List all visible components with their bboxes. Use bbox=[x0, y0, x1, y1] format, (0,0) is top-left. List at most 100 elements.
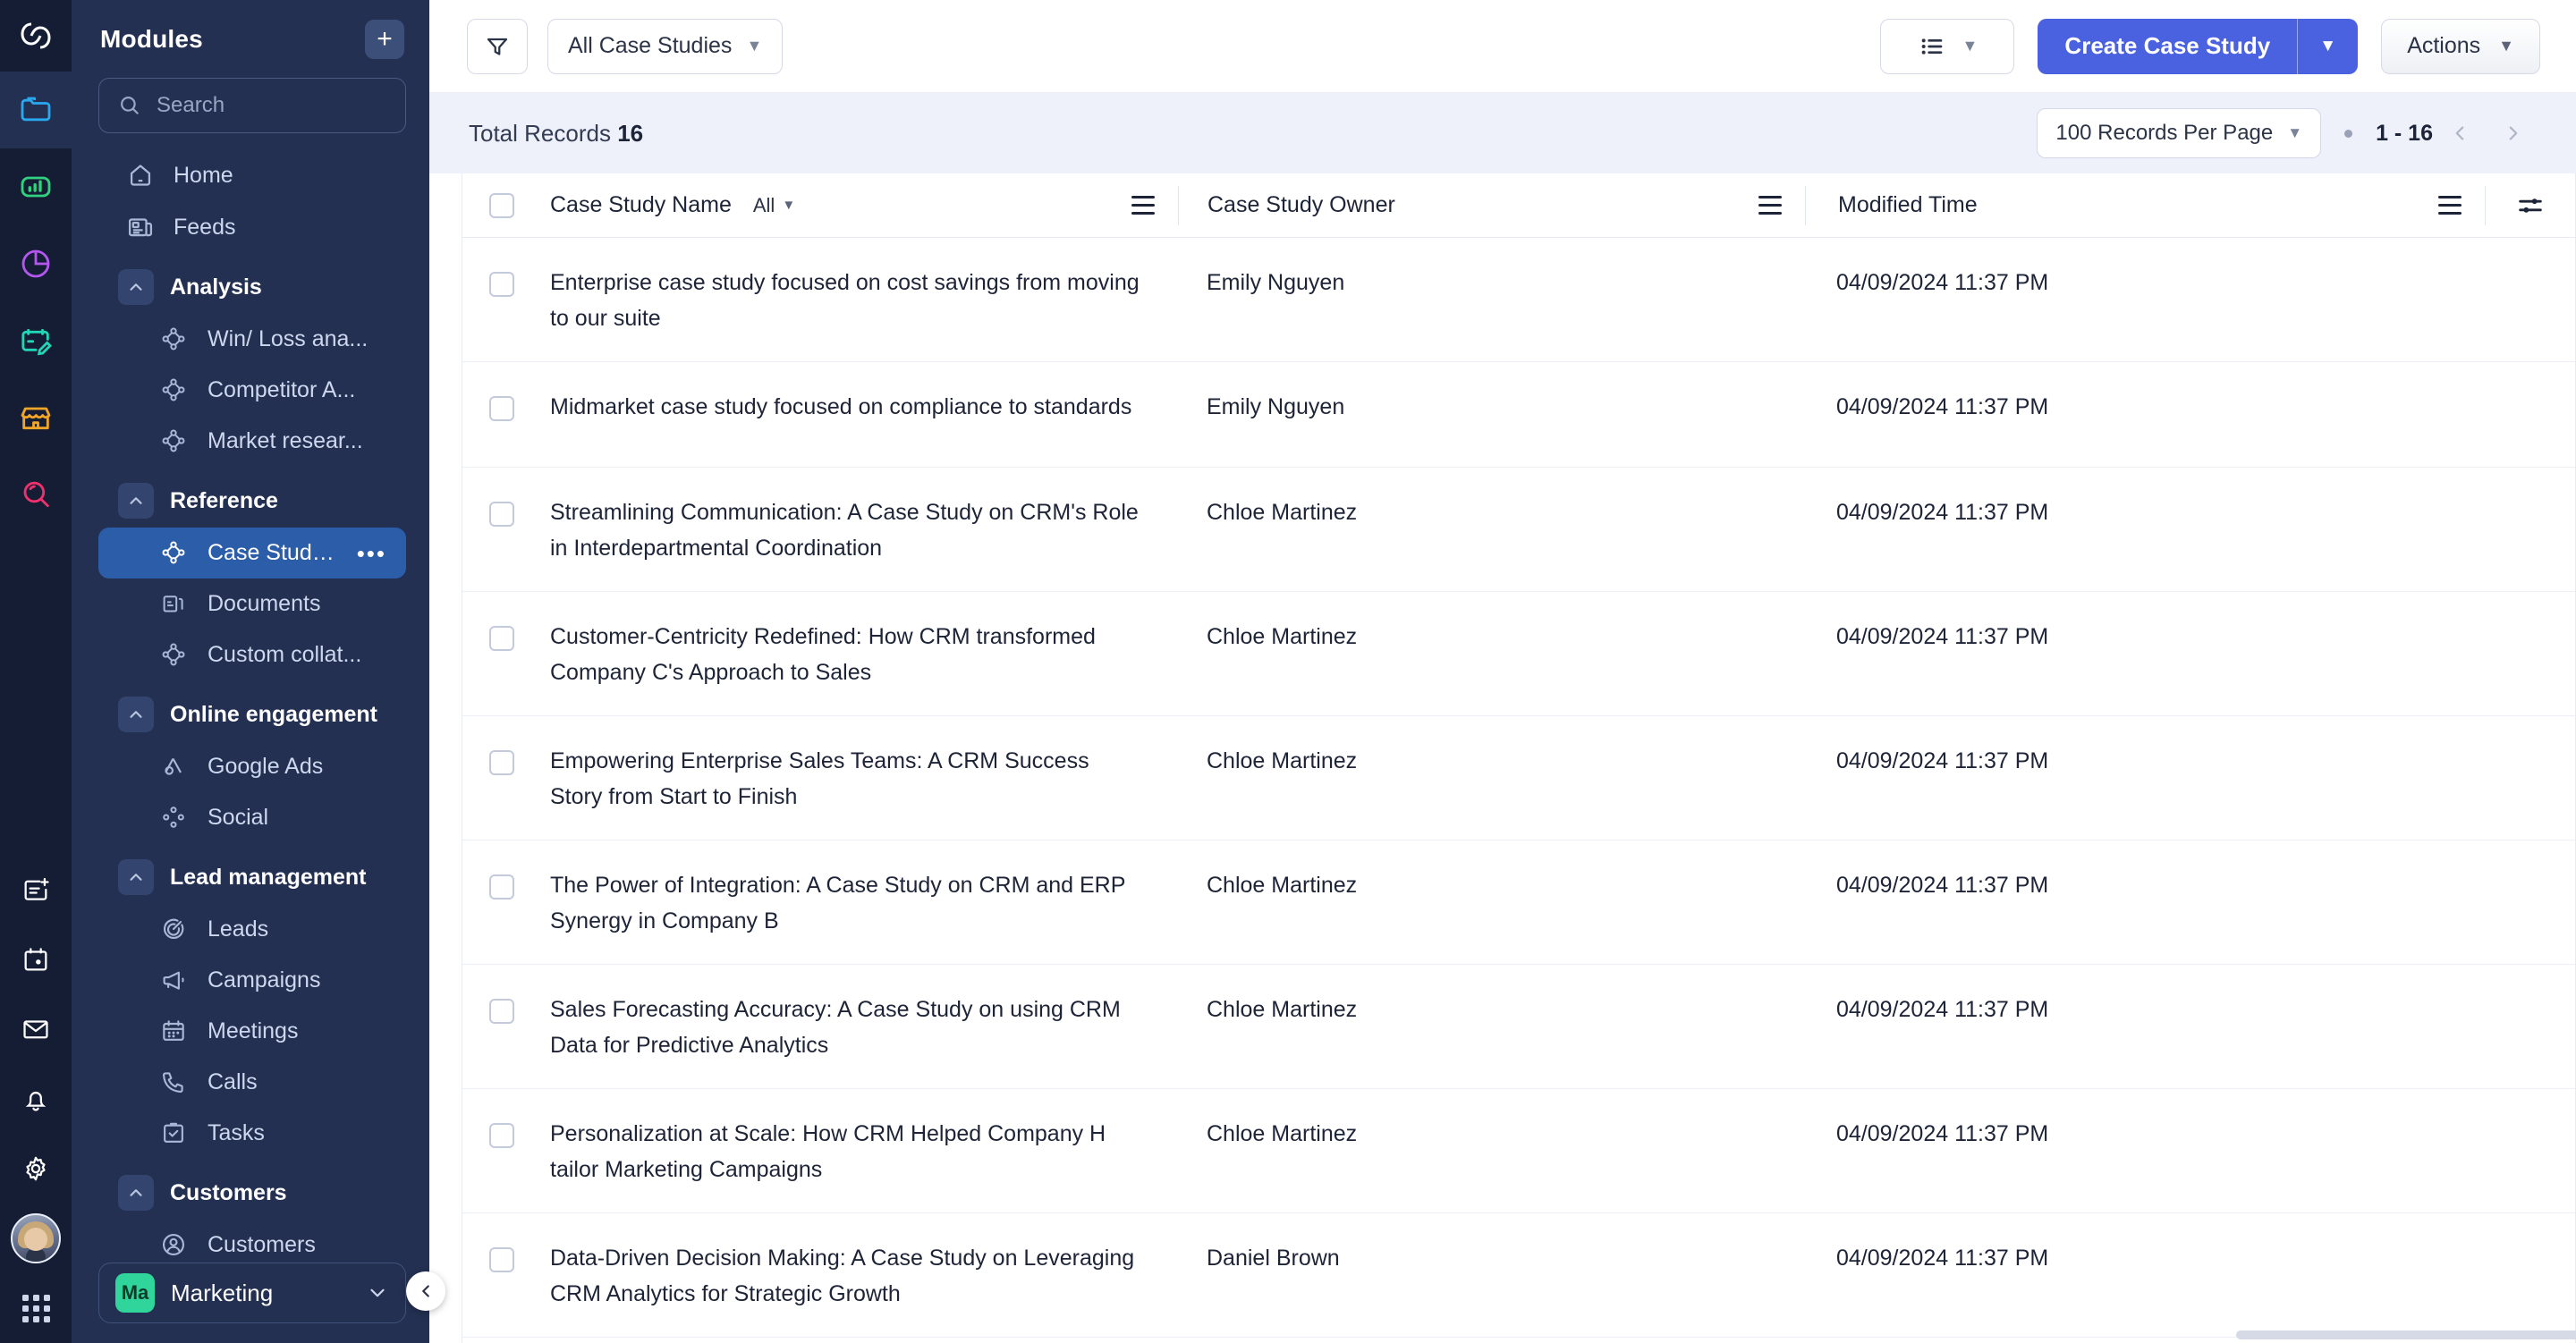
rail-item-reports[interactable] bbox=[0, 225, 72, 302]
rail-item-folder[interactable] bbox=[0, 55, 72, 165]
column-header-case-study-owner[interactable]: Case Study Owner bbox=[1179, 173, 1805, 238]
search-input[interactable]: Search bbox=[98, 78, 406, 134]
chevron-down-icon: ▼ bbox=[2319, 36, 2337, 55]
rail-item-search[interactable] bbox=[0, 456, 72, 533]
cell-case-study-name: Customer-Centricity Redefined: How CRM t… bbox=[550, 624, 1096, 685]
rail-item-apps[interactable] bbox=[0, 1273, 72, 1343]
column-menu-icon[interactable] bbox=[1131, 196, 1155, 215]
sidebar-item-competitor-analysis[interactable]: Competitor A... bbox=[98, 365, 406, 416]
table-row[interactable]: Streamlining Communication: A Case Study… bbox=[462, 468, 2575, 592]
horizontal-scrollbar[interactable] bbox=[2236, 1330, 2576, 1339]
actions-button[interactable]: Actions ▼ bbox=[2381, 18, 2540, 74]
cell-case-study-owner: Chloe Martinez bbox=[1207, 748, 1358, 773]
sidebar-group-customers[interactable]: Customers bbox=[98, 1166, 406, 1220]
column-filter-all[interactable]: All ▼ bbox=[753, 194, 795, 217]
table-row[interactable]: The Power of Integration: A Case Study o… bbox=[462, 840, 2575, 965]
sidebar-item-win-loss-analysis[interactable]: Win/ Loss ana... bbox=[98, 314, 406, 365]
rail-item-add-note[interactable] bbox=[0, 855, 72, 925]
sidebar-item-social[interactable]: Social bbox=[98, 792, 406, 843]
table-wrapper: Case Study Name All ▼ Case Study Owner M… bbox=[429, 173, 2576, 1343]
row-checkbox[interactable] bbox=[462, 716, 541, 775]
column-settings-button[interactable] bbox=[2486, 190, 2575, 221]
list-view-button[interactable]: ▼ bbox=[1880, 18, 2015, 74]
sidebar-item-meetings[interactable]: Meetings bbox=[98, 1006, 406, 1057]
row-checkbox[interactable] bbox=[462, 592, 541, 651]
org-name: Marketing bbox=[171, 1279, 274, 1306]
sidebar-group-reference[interactable]: Reference bbox=[98, 474, 406, 528]
chevron-down-icon: ▼ bbox=[2287, 124, 2303, 141]
total-records-count: 16 bbox=[617, 119, 644, 147]
chevron-up-icon bbox=[118, 483, 154, 519]
add-module-button[interactable]: + bbox=[365, 19, 404, 59]
total-records-label: Total Records bbox=[469, 119, 611, 147]
row-checkbox[interactable] bbox=[462, 1213, 541, 1272]
row-checkbox[interactable] bbox=[462, 362, 541, 421]
sidebar-group-lead-management[interactable]: Lead management bbox=[98, 850, 406, 904]
column-menu-icon[interactable] bbox=[2438, 196, 2462, 215]
app-root: Modules + Search Home Feeds Analysis Win… bbox=[0, 0, 2576, 1343]
cell-case-study-owner: Daniel Brown bbox=[1178, 1338, 1804, 1343]
sidebar-item-case-studies[interactable]: Case Studies ••• bbox=[98, 528, 406, 579]
calendar-icon bbox=[159, 1017, 190, 1047]
select-all-checkbox[interactable] bbox=[462, 192, 541, 218]
sidebar-item-calls[interactable]: Calls bbox=[98, 1057, 406, 1108]
pagination-next-button[interactable] bbox=[2487, 108, 2540, 158]
row-checkbox[interactable] bbox=[462, 840, 541, 900]
sidebar-item-custom-collateral[interactable]: Custom collat... bbox=[98, 629, 406, 680]
toolbar: All Case Studies ▼ ▼ Create Case Study ▼… bbox=[429, 0, 2576, 93]
column-header-case-study-name[interactable]: Case Study Name All ▼ bbox=[541, 173, 1178, 238]
filter-button[interactable] bbox=[467, 18, 528, 74]
sidebar-item-more-button[interactable]: ••• bbox=[357, 542, 386, 565]
table-row[interactable]: Midmarket case study focused on complian… bbox=[462, 362, 2575, 468]
sidebar-item-tasks[interactable]: Tasks bbox=[98, 1108, 406, 1159]
cell-modified-time: 04/09/2024 11:37 PM bbox=[1836, 500, 2049, 525]
table-row[interactable]: Sales Forecasting Accuracy: A Case Study… bbox=[462, 965, 2575, 1089]
rail-item-analytics[interactable] bbox=[0, 148, 72, 225]
org-selector[interactable]: Ma Marketing bbox=[98, 1263, 406, 1323]
user-avatar[interactable] bbox=[0, 1204, 72, 1273]
sidebar-item-leads[interactable]: Leads bbox=[98, 904, 406, 955]
documents-icon bbox=[159, 589, 190, 620]
mail-icon bbox=[21, 1014, 51, 1044]
social-icon bbox=[159, 803, 190, 833]
create-case-study-dropdown[interactable]: ▼ bbox=[2297, 18, 2358, 74]
sidebar-group-analysis[interactable]: Analysis bbox=[98, 260, 406, 314]
column-header-modified-time[interactable]: Modified Time bbox=[1806, 173, 2485, 238]
cell-modified-time: 04/09/2024 11:37 PM bbox=[1836, 748, 2049, 773]
cell-modified-time: 04/09/2024 11:37 PM bbox=[1836, 1121, 2049, 1146]
column-menu-icon[interactable] bbox=[1758, 196, 1782, 215]
row-checkbox[interactable] bbox=[462, 1338, 541, 1343]
create-case-study-button[interactable]: Create Case Study ▼ bbox=[2038, 18, 2359, 74]
sidebar-item-customers[interactable]: Customers bbox=[98, 1220, 406, 1263]
sidebar-item-campaigns[interactable]: Campaigns bbox=[98, 955, 406, 1006]
records-per-page-label: 100 Records Per Page bbox=[2055, 121, 2274, 145]
table-row[interactable]: Data-Driven Decision Making: A Case Stud… bbox=[462, 1213, 2575, 1338]
sidebar-collapse-button[interactable] bbox=[406, 1271, 445, 1311]
records-per-page-dropdown[interactable]: 100 Records Per Page ▼ bbox=[2037, 108, 2322, 158]
row-checkbox[interactable] bbox=[462, 965, 541, 1024]
row-checkbox[interactable] bbox=[462, 238, 541, 297]
sidebar-group-online-engagement[interactable]: Online engagement bbox=[98, 688, 406, 741]
table-row[interactable]: Enterprise case study focused on cost sa… bbox=[462, 238, 2575, 362]
row-checkbox[interactable] bbox=[462, 468, 541, 527]
rail-item-notifications[interactable] bbox=[0, 1064, 72, 1134]
rail-item-settings[interactable] bbox=[0, 1134, 72, 1204]
sidebar-item-documents[interactable]: Documents bbox=[98, 579, 406, 629]
rail-item-calendar[interactable] bbox=[0, 925, 72, 994]
pagination-prev-button[interactable] bbox=[2433, 108, 2487, 158]
row-checkbox[interactable] bbox=[462, 1089, 541, 1148]
sidebar-item-market-research[interactable]: Market resear... bbox=[98, 416, 406, 467]
view-selector-dropdown[interactable]: All Case Studies ▼ bbox=[547, 18, 784, 74]
sidebar-item-feeds[interactable]: Feeds bbox=[98, 201, 406, 253]
sidebar-header: Modules + bbox=[72, 0, 429, 78]
table-row[interactable]: Customer-Centricity Redefined: How CRM t… bbox=[462, 592, 2575, 716]
sidebar-item-home[interactable]: Home bbox=[98, 149, 406, 201]
table-row[interactable]: Personalization at Scale: How CRM Helped… bbox=[462, 1089, 2575, 1213]
rail-item-compose[interactable] bbox=[0, 302, 72, 379]
table-row[interactable]: Empowering Enterprise Sales Teams: A CRM… bbox=[462, 716, 2575, 840]
avatar bbox=[11, 1213, 61, 1263]
sidebar-item-google-ads[interactable]: Google Ads bbox=[98, 741, 406, 792]
rail-item-marketplace[interactable] bbox=[0, 379, 72, 456]
rail-item-mail[interactable] bbox=[0, 994, 72, 1064]
module-icon bbox=[159, 640, 190, 671]
